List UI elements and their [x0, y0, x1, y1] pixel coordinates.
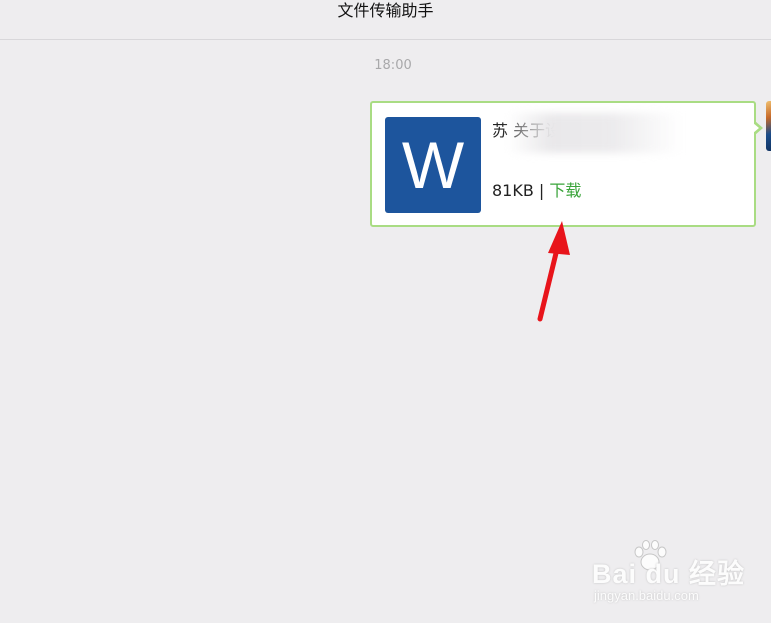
chat-header: 文件传输助手	[0, 0, 771, 40]
file-size: 81KB	[492, 181, 534, 200]
download-link[interactable]: 下载	[549, 181, 581, 200]
word-document-icon[interactable]: W	[385, 117, 481, 213]
message-timestamp: 18:00	[374, 58, 412, 73]
file-icon-letter: W	[401, 128, 465, 202]
watermark: Bai du 经验 jingyan.baidu.com	[588, 540, 744, 610]
chat-title: 文件传输助手	[337, 1, 434, 20]
avatar[interactable]	[766, 101, 771, 151]
redaction-blur	[507, 113, 682, 153]
bubble-tail	[753, 121, 763, 135]
watermark-brand: Bai du 经验	[592, 559, 746, 589]
watermark-url: jingyan.baidu.com	[594, 588, 699, 603]
red-arrow-icon	[537, 221, 570, 322]
meta-separator: |	[533, 181, 550, 200]
file-meta: 81KB | 下载	[492, 180, 581, 202]
file-message-bubble[interactable]: W 苏 关于设… 81KB | 下载	[370, 101, 763, 227]
